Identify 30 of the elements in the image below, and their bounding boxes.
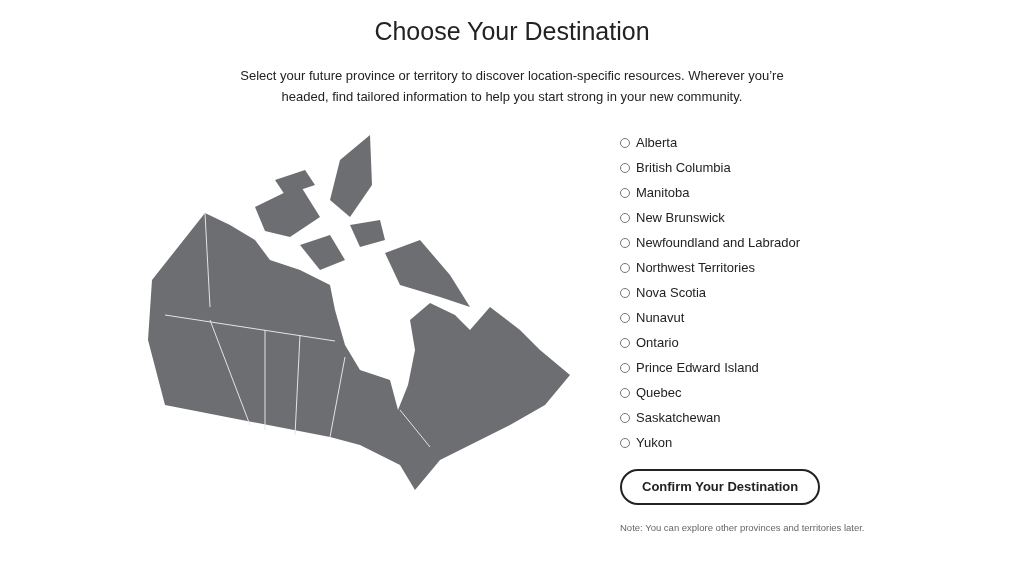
intro-text: Select your future province or territory to discover location-specific resources. Wherever you’re headed, find tailored information to help you start strong in your new community. [239,67,785,106]
option-label[interactable]: Ontario [636,333,679,353]
option-label[interactable]: Nova Scotia [636,283,707,303]
radio-button[interactable] [620,388,630,398]
radio-button[interactable] [620,188,630,198]
page-title: Choose Your Destination [374,16,650,46]
option-label[interactable]: Newfoundland and Labrador [636,233,801,253]
option-label[interactable]: Northwest Territories [636,258,755,278]
radio-button[interactable] [620,338,630,348]
option-label[interactable]: Alberta [636,133,678,153]
radio-button[interactable] [620,213,630,223]
option-label[interactable]: Nunavut [636,308,685,328]
note-text: Note: You can explore other provinces and territories later. [620,520,865,535]
radio-button[interactable] [620,263,630,273]
option-label[interactable]: Manitoba [636,183,690,203]
option-label[interactable]: British Columbia [636,158,731,178]
radio-button[interactable] [620,413,630,423]
radio-button[interactable] [620,363,630,373]
confirm-button[interactable]: Confirm Your Destination [620,469,821,505]
option-label[interactable]: New Brunswick [636,208,725,228]
option-label[interactable]: Saskatchewan [636,408,721,428]
option-label[interactable]: Quebec [636,383,682,403]
radio-button[interactable] [620,438,630,448]
option-label[interactable]: Yukon [636,433,673,453]
radio-button[interactable] [620,238,630,248]
radio-button[interactable] [620,313,630,323]
radio-button[interactable] [620,163,630,173]
option-label[interactable]: Prince Edward Island [636,358,759,378]
radio-button[interactable] [620,288,630,298]
radio-button[interactable] [620,138,630,148]
